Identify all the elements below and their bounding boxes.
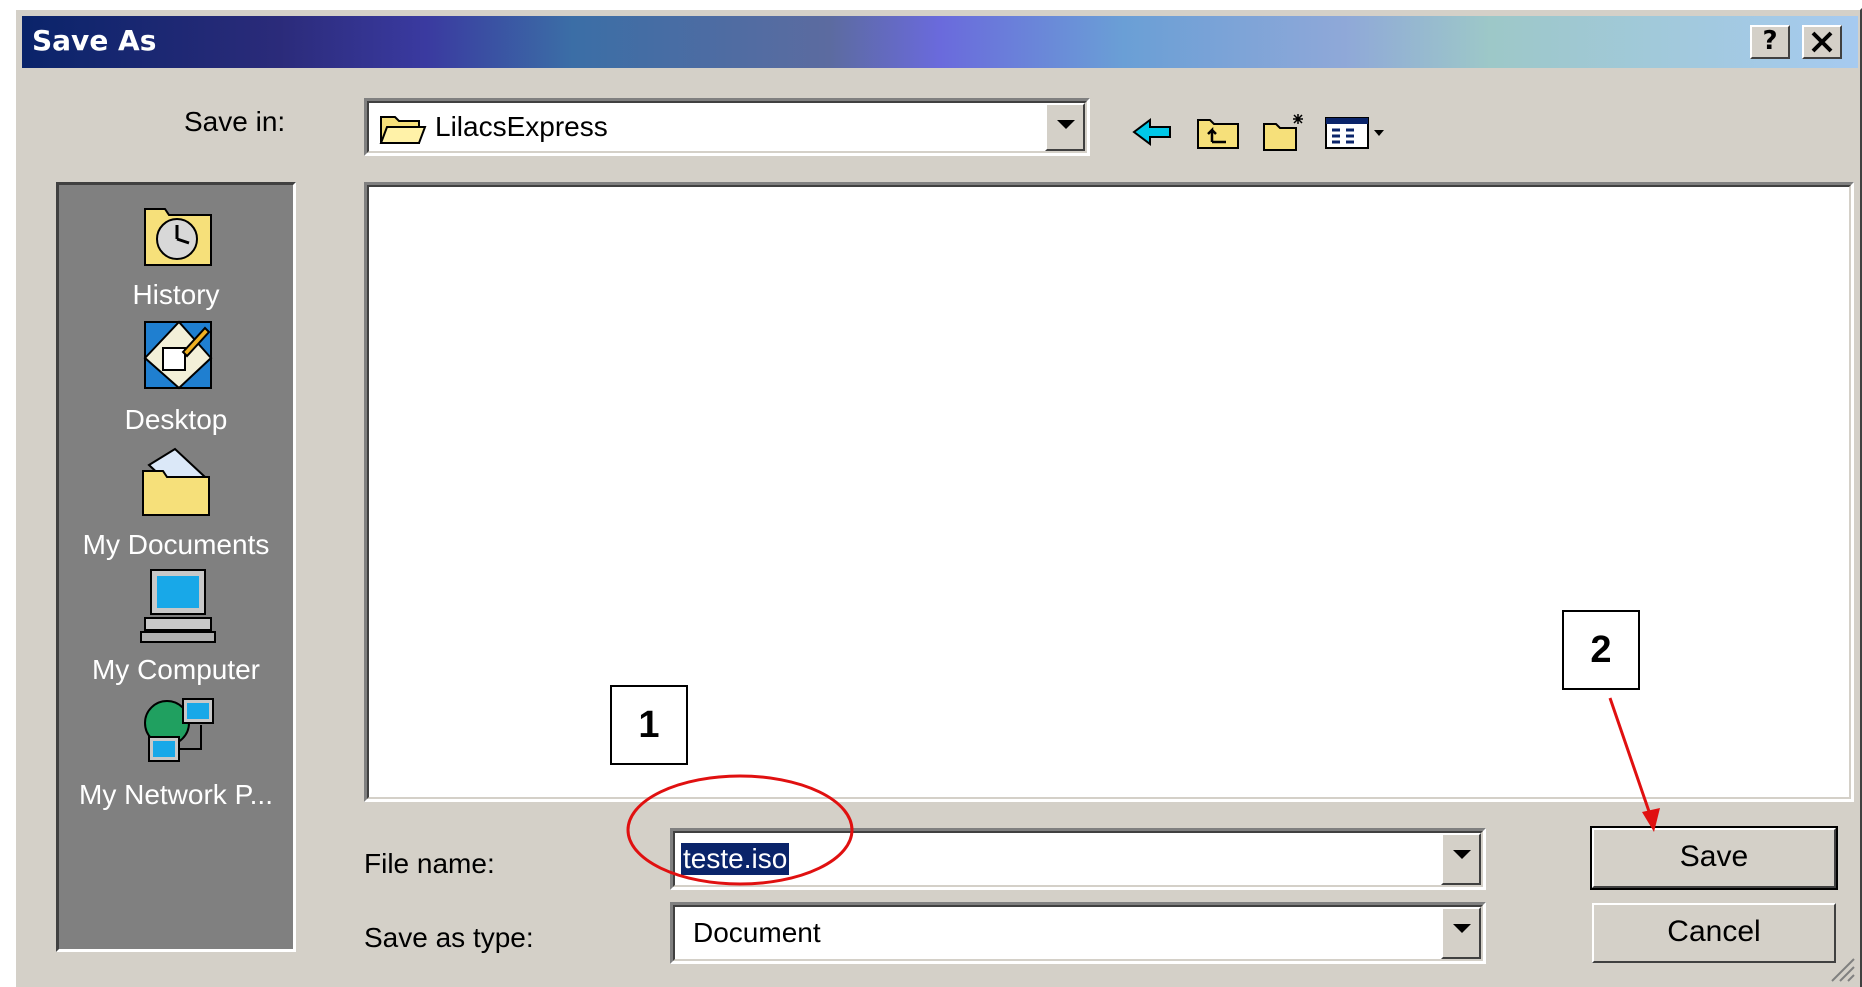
annotation-overlay	[626, 697, 1660, 886]
annotation-arrowhead-icon	[1642, 808, 1660, 832]
annotation-arrow	[1608, 697, 1656, 827]
annotation-circle	[626, 774, 854, 886]
